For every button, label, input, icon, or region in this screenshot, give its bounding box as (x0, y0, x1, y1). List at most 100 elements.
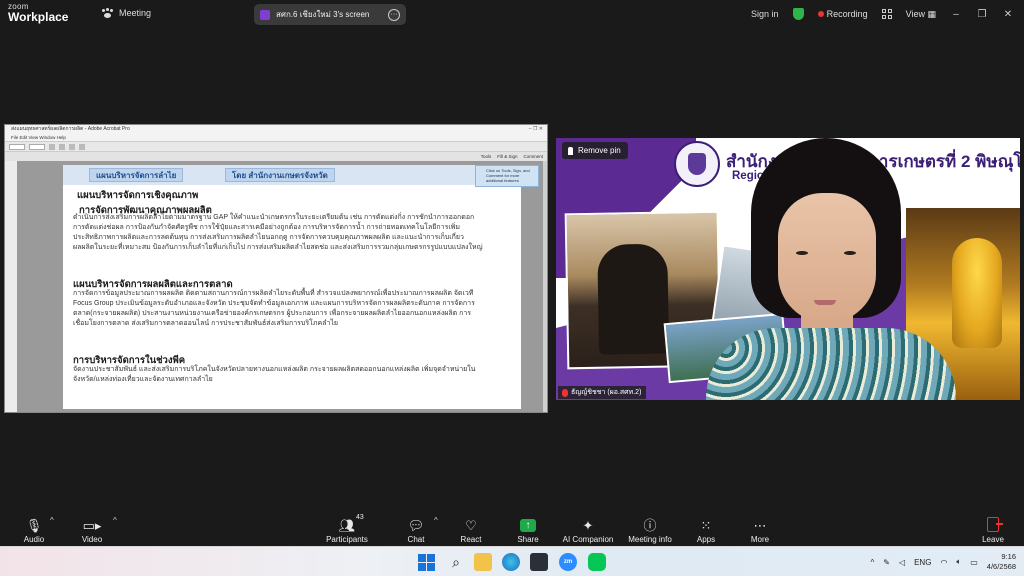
record-dot-icon (817, 11, 824, 17)
more-button[interactable]: ⋯ More (744, 512, 776, 544)
audio-button[interactable]: 🎙︎ Audio (18, 512, 50, 544)
chat-label: Chat (407, 535, 425, 544)
sparkle-icon: ✦ (582, 518, 594, 533)
comment-tab[interactable]: Comment (523, 154, 543, 159)
store-icon[interactable] (530, 553, 548, 571)
sign-in-link[interactable]: Sign in (751, 9, 779, 19)
video-options-caret-icon[interactable]: ^ (113, 516, 117, 525)
tool-icon[interactable] (59, 143, 65, 150)
windows-start-icon[interactable] (418, 554, 435, 571)
close-icon[interactable]: ✕ (1002, 9, 1014, 20)
more-label: More (750, 535, 770, 544)
video-button[interactable]: ▭▸ Video (76, 512, 108, 544)
restore-icon[interactable]: ❐ (976, 9, 988, 20)
line-app-icon[interactable] (588, 553, 606, 571)
system-tray: ^ ✎ ◁ ENG ◠ 🔈︎ ▭ 9:16 4/6/2568 (870, 551, 1016, 573)
share-label: Share (517, 535, 539, 544)
tools-tab[interactable]: Tools (481, 154, 492, 159)
header-right-label: โดย สำนักงานเกษตรจังหวัด (225, 168, 335, 182)
apps-button[interactable]: ⁙ Apps (690, 512, 722, 544)
more-icon[interactable]: ··· (388, 8, 400, 21)
participant-name: ธัญญ์ชิชชา (ผอ.สศท.2) (571, 389, 642, 396)
open-button[interactable] (9, 143, 25, 150)
mic-muted-icon (562, 388, 568, 397)
shared-screen[interactable]: ส่งแผนยุทธศาสตร์ผลผลิตการผลิต - Adobe Ac… (4, 124, 548, 413)
tool-icon[interactable] (69, 143, 75, 150)
wifi-icon[interactable]: ◠ (940, 558, 947, 567)
acrobat-panes: Tools Fill & Sign Comment (481, 154, 543, 159)
acrobat-window-controls[interactable]: – ❐ ✕ (529, 125, 543, 134)
top-bar: zoom Workplace Meeting สศก.6 เชียงใหม่ 3… (0, 0, 1024, 28)
meeting-label: Meeting (119, 8, 152, 18)
heart-icon: ♡ (465, 518, 477, 533)
tool-icon[interactable] (79, 143, 85, 150)
ai-companion-button[interactable]: ✦ AI Companion (560, 512, 616, 544)
view-button[interactable]: View ▦ (906, 9, 936, 20)
participant-shirt (706, 328, 956, 400)
ai-companion-label: AI Companion (562, 535, 614, 544)
section3-body: จัดงานประชาสัมพันธ์ และส่งเสริมการบริโภค… (73, 366, 476, 383)
windows-taskbar: ⌕ zm ^ ✎ ◁ ENG ◠ 🔈︎ ▭ 9:16 4/6/2568 (0, 546, 1024, 576)
recording-indicator[interactable]: Recording (817, 9, 868, 19)
zoom-app-icon[interactable]: zm (559, 553, 577, 571)
acrobat-menu[interactable]: File Edit View Window Help (5, 134, 547, 141)
video-label: Video (81, 535, 103, 544)
chat-button[interactable]: 💬︎ Chat (400, 512, 432, 544)
remove-pin-button[interactable]: Remove pin (562, 142, 628, 159)
meeting-info-label: Meeting info (628, 535, 672, 544)
share-title: สศก.6 เชียงใหม่ 3's screen (276, 10, 370, 19)
file-explorer-icon[interactable] (474, 553, 492, 571)
participant-video-tile[interactable]: สำนักงาน เศรษฐกิจการเกษตรที่ 2 พิษณุโลก … (556, 138, 1020, 400)
pdf-page: แผนบริหารจัดการลำไย โดย สำนักงานเกษตรจัง… (63, 165, 521, 409)
section1-title-a: แผนบริหารจัดการเชิงคุณภาพ (77, 190, 199, 201)
create-button[interactable] (29, 143, 45, 150)
participant-eye (844, 251, 856, 255)
more-dots-icon: ⋯ (753, 518, 767, 533)
participants-label: Participants (326, 535, 368, 544)
search-icon[interactable]: ⌕ (447, 553, 465, 571)
meeting-info-button[interactable]: ⓘ Meeting info (626, 512, 674, 544)
volume-icon[interactable]: 🔈︎ (956, 557, 961, 567)
tool-icon[interactable] (49, 143, 55, 150)
leave-button[interactable]: Leave (977, 512, 1009, 544)
battery-icon[interactable]: ▭ (970, 558, 978, 567)
acrobat-scrollbar[interactable] (543, 161, 547, 412)
chat-options-caret-icon[interactable]: ^ (434, 516, 438, 525)
screen-share-indicator[interactable]: สศก.6 เชียงใหม่ 3's screen ··· (254, 4, 406, 25)
acrobat-nav-toolbar: Tools Fill & Sign Comment (5, 151, 547, 161)
tray-app-icon[interactable]: ✎ (883, 558, 890, 567)
participant-eye (796, 251, 808, 255)
acrobat-toolbar (5, 141, 547, 151)
brand-big: Workplace (8, 10, 69, 24)
meeting-tab[interactable]: Meeting (102, 8, 151, 18)
input-language[interactable]: ENG (914, 558, 931, 567)
view-label: View (905, 8, 925, 19)
tray-overflow-icon[interactable]: ^ (870, 558, 874, 567)
shield-icon[interactable] (792, 8, 804, 20)
apps-label: Apps (696, 535, 716, 544)
share-button[interactable]: ↑ Share (512, 512, 544, 544)
location-icon[interactable]: ◁ (899, 558, 905, 567)
clock[interactable]: 9:16 4/6/2568 (987, 552, 1016, 572)
share-icon-wrap: ↑ (512, 512, 544, 532)
react-button[interactable]: ♡ React (455, 512, 487, 544)
clock-time: 9:16 (1001, 552, 1016, 561)
top-right-controls: Sign in Recording View ▦ – ❐ ✕ (751, 0, 1014, 28)
edge-browser-icon[interactable] (502, 553, 520, 571)
participant-mouth (814, 300, 836, 305)
participants-count: 43 (356, 514, 364, 521)
remove-pin-label: Remove pin (578, 146, 621, 155)
apps-icon: ⁙ (700, 518, 712, 533)
zoom-logo: zoom Workplace (8, 3, 69, 24)
gallery-grid-icon[interactable] (881, 9, 892, 19)
sharer-avatar (260, 9, 270, 20)
acrobat-title-bar: ส่งแผนยุทธศาสตร์ผลผลิตการผลิต - Adobe Ac… (5, 125, 547, 134)
audio-options-caret-icon[interactable]: ^ (50, 516, 54, 525)
react-label: React (460, 535, 482, 544)
fill-sign-tab[interactable]: Fill & Sign (497, 154, 517, 159)
paw-icon (102, 8, 114, 18)
acrobat-title: ส่งแผนยุทธศาสตร์ผลผลิตการผลิต - Adobe Ac… (11, 126, 130, 132)
video-camera-icon: ▭▸ (82, 518, 102, 533)
minimize-icon[interactable]: – (950, 9, 962, 20)
sign-tools-note: Click on Tools, Sign, and Comment for mo… (475, 165, 539, 187)
